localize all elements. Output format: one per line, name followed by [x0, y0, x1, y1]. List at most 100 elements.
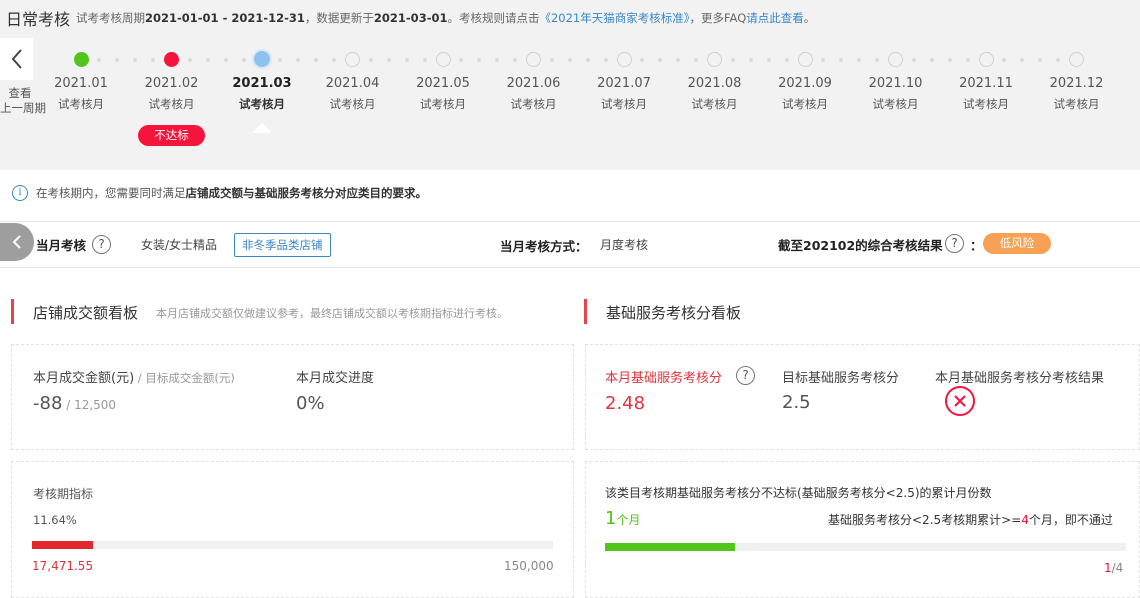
timeline-dot-2021.04[interactable] [345, 51, 360, 67]
month-type-label: 试考核月 [239, 97, 285, 111]
timeline-month-2021.02[interactable]: 2021.02 试考核月 [127, 76, 217, 112]
month-type-label: 试考核月 [58, 97, 104, 111]
timeline-dot-2021.06[interactable] [526, 51, 541, 67]
timeline-connector-dot [929, 58, 934, 62]
month-label: 2021.01 [54, 76, 108, 91]
month-label: 2021.04 [325, 76, 380, 91]
notice: i 在考核期内，您需要同时满足店铺成交额与基础服务考核分对应类目的要求。 [12, 185, 427, 201]
result-help-icon[interactable]: ? [945, 232, 964, 253]
category-value: 女装/女士精品 [141, 238, 218, 252]
month-label: 2021.03 [232, 76, 292, 91]
risk-badge: 低风险 [983, 233, 1051, 254]
timeline-month-2021.07[interactable]: 2021.07 试考核月 [579, 76, 669, 112]
info-end: 。 [803, 11, 816, 25]
month-label: 2021.02 [144, 76, 199, 91]
fail-months-count: 1个月 [605, 508, 640, 529]
timeline-month-2021.06[interactable]: 2021.06 试考核月 [489, 76, 579, 112]
month-label: 2021.08 [687, 76, 742, 91]
month-type-label: 试考核月 [148, 97, 195, 111]
period-current: 17,471.55 [32, 559, 94, 573]
left-section-note: 本月店铺成交额仅做建议参考，最终店铺成交额以考核期指标进行考核。 [156, 307, 508, 320]
timeline-connector-dot [585, 58, 590, 62]
pager: 1/4 [1104, 561, 1123, 575]
month-type-label: 试考核月 [510, 97, 557, 111]
timeline-month-2021.04[interactable]: 2021.04 试考核月 [308, 76, 398, 112]
month-label: 2021.06 [506, 76, 561, 91]
target-gmv-value: 12,500 [74, 398, 117, 412]
month-type-label: 试考核月 [963, 97, 1009, 111]
timeline-month-2021.10[interactable]: 2021.10 试考核月 [851, 76, 941, 112]
score-value: 2.48 [605, 393, 646, 414]
faq-link[interactable]: 请点此查看 [746, 11, 804, 25]
timeline-dot-2021.08[interactable] [707, 51, 722, 67]
timeline-connector-dot [223, 58, 228, 62]
store-type-tag: 非冬季品类店铺 [234, 233, 331, 257]
timeline-month-2021.05[interactable]: 2021.05 试考核月 [398, 76, 488, 112]
timeline-month-2021.12[interactable]: 2021.12 试考核月 [1032, 76, 1122, 112]
result-colon: ： [970, 238, 983, 253]
rule-prefix: 。考核规则请点击 [447, 11, 540, 25]
timeline-dot-2021.12[interactable] [1069, 51, 1084, 67]
rule-link[interactable]: 《2021年天猫商家考核标准》 [539, 11, 689, 25]
month-type-label: 试考核月 [329, 97, 376, 111]
timeline-dot-2021.05[interactable] [435, 51, 451, 67]
timeline-connector-dot [603, 58, 608, 62]
rule-suffix: 个月，即不通过 [1028, 513, 1113, 527]
month-type-label: 试考核月 [420, 97, 466, 111]
timeline-dot-2021.02[interactable] [164, 51, 179, 67]
timeline-connector-dot [368, 58, 373, 62]
period-value: 2021-01-01 - 2021-12-31 [145, 11, 305, 25]
update-date: 2021-03-01 [373, 11, 448, 25]
month-type-label: 试考核月 [601, 97, 647, 111]
timeline-month-2021.03[interactable]: 2021.03 试考核月 [217, 76, 307, 112]
fail-badge: 不达标 [138, 125, 205, 146]
timeline-connector-dot [404, 58, 409, 62]
prev-period-label[interactable]: 查看 上一周期 [0, 86, 46, 116]
prev-label-line2: 上一周期 [0, 101, 46, 115]
month-label: 2021.10 [868, 76, 923, 91]
gmv-value-text: -88 [33, 393, 63, 414]
timeline-connector-dot [947, 58, 952, 62]
timeline-dot-2021.09[interactable] [797, 51, 813, 67]
chevron-left-icon [11, 49, 22, 69]
timeline-month-2021.01[interactable]: 2021.01 试考核月 [36, 76, 126, 112]
timeline-month-2021.11[interactable]: 2021.11 试考核月 [941, 76, 1031, 112]
fail-progress-fill [605, 543, 736, 551]
period-label: 试考考核周期 [76, 11, 145, 25]
timeline-dot-2021.11[interactable] [978, 51, 994, 67]
fail-rule: 基础服务考核分<2.5考核期累计>=4个月，即不通过 [828, 511, 1113, 528]
timeline-month-2021.09[interactable]: 2021.09 试考核月 [760, 76, 850, 112]
timeline-dot-2021.10[interactable] [888, 51, 903, 67]
gmv-slash: / [62, 398, 75, 412]
timeline-dot-2021.01[interactable] [73, 51, 89, 67]
period-label: 考核期指标 [33, 487, 94, 501]
gmv-sep: / [134, 371, 146, 385]
score-panel [585, 344, 1140, 450]
timeline-connector-dot [567, 58, 572, 62]
month-label: 2021.11 [959, 76, 1013, 91]
score-result-label: 本月基础服务考核分考核结果 [935, 371, 1105, 386]
period-panel [11, 461, 574, 598]
period-target: 150,000 [504, 559, 554, 573]
month-help-icon[interactable]: ? [92, 233, 111, 254]
timeline-connector-dot [187, 58, 192, 62]
prev-label-line1: 查看 [8, 86, 32, 100]
info-icon: i [12, 185, 28, 201]
notice-bold: 店铺成交额与基础服务考核分对应类目的要求。 [185, 186, 428, 200]
prev-period-button[interactable] [0, 38, 33, 80]
month-type-label: 试考核月 [872, 97, 919, 111]
header-info: 试考考核周期2021-01-01 - 2021-12-31，数据更新于2021-… [76, 10, 815, 26]
result-label: 截至202102的综合考核结果 [778, 238, 943, 253]
timeline-connector-dot [241, 58, 246, 62]
timeline-month-2021.08[interactable]: 2021.08 试考核月 [670, 76, 760, 112]
page-title: 日常考核 [6, 10, 71, 29]
timeline-dot-2021.07[interactable] [616, 51, 632, 67]
timeline-connector-dot [965, 58, 970, 62]
right-section-title: 基础服务考核分看板 [606, 304, 742, 322]
score-help-icon[interactable]: ? [736, 364, 755, 385]
fail-months-title: 该类目考核期基础服务考核分不达标(基础服务考核分<2.5)的累计月份数 [605, 486, 992, 500]
timeline-dot-2021.03[interactable] [254, 51, 270, 67]
gmv-label-text: 本月成交金额(元) [33, 371, 135, 386]
chevron-left-icon [12, 235, 21, 249]
score-label: 本月基础服务考核分 [605, 371, 723, 386]
